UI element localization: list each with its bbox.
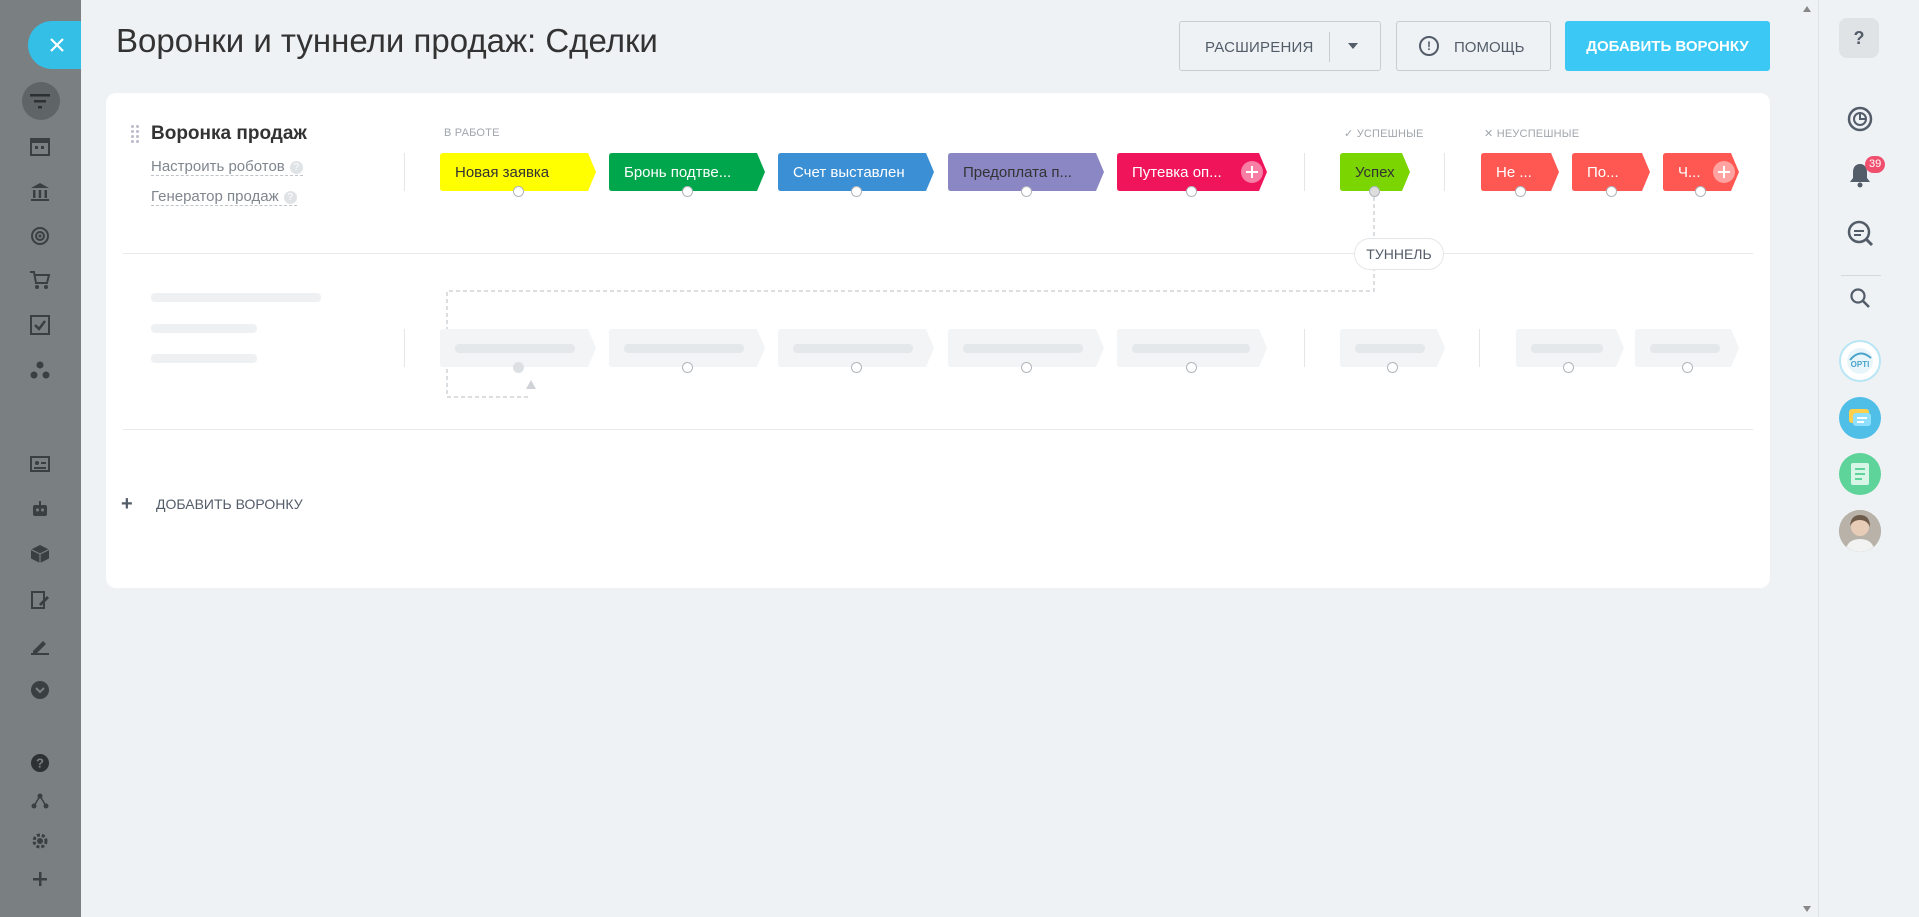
notification-count-badge: 39 [1865,156,1886,173]
chat-search-icon[interactable] [1839,212,1881,254]
placeholder-dot [513,362,524,373]
svg-text:?: ? [36,756,44,771]
timeline-icon[interactable] [1839,98,1881,140]
extensions-label: РАСШИРЕНИЯ [1205,39,1314,56]
plus-icon[interactable] [28,867,52,891]
page-title: Воронки и туннели продаж: Сделки [116,22,658,59]
chat-avatar[interactable] [1839,397,1881,439]
cart-icon[interactable] [28,268,52,292]
calendar-icon[interactable] [28,134,52,158]
add-funnel-link[interactable]: ДОБАВИТЬ ВОРОНКУ [156,496,303,512]
sidebar-divider [1841,275,1881,276]
sitemap-icon[interactable] [28,789,52,813]
extensions-button[interactable]: РАСШИРЕНИЯ [1179,21,1381,71]
robot-icon[interactable] [28,497,52,521]
info-icon: ! [1419,36,1439,56]
user-avatar[interactable] [1839,510,1881,552]
box-icon[interactable] [28,542,52,566]
button-divider [1329,32,1330,62]
gear-icon[interactable] [28,829,52,853]
placeholder-dot [1021,362,1032,373]
help-icon[interactable]: ? [28,751,52,775]
svg-text:OPTI: OPTI [1851,360,1870,369]
placeholder-dot [1186,362,1197,373]
column-divider [404,329,405,367]
network-icon[interactable] [28,358,52,382]
opti-avatar[interactable]: OPTI [1839,340,1881,382]
placeholder-bar [151,354,257,363]
close-slider-button[interactable] [28,21,81,69]
placeholder-dot [682,362,693,373]
close-icon [49,38,64,52]
right-sidebar: ? 39 OPTI [1818,0,1919,917]
column-divider [1479,329,1480,367]
target-icon[interactable] [28,224,52,248]
placeholder-bar [151,324,257,333]
placeholder-bar [151,293,321,302]
caret-down-icon[interactable] [1348,43,1358,49]
add-funnel-label: ДОБАВИТЬ ВОРОНКУ [1586,38,1749,55]
bank-icon[interactable] [28,180,52,204]
add-funnel-button[interactable]: ДОБАВИТЬ ВОРОНКУ [1565,21,1770,71]
contact-card-icon[interactable] [28,452,52,476]
placeholder-dot [1563,362,1574,373]
placeholder-dot [1387,362,1398,373]
edit-doc-icon[interactable] [28,588,52,612]
filter-icon[interactable] [28,89,52,113]
notes-avatar[interactable] [1839,453,1881,495]
sign-icon[interactable] [28,633,52,657]
placeholder-dot [1682,362,1693,373]
chevron-down-icon[interactable] [28,678,52,702]
plus-icon[interactable]: + [121,493,133,516]
help-label: ПОМОЩЬ [1454,39,1525,56]
placeholder-dot [851,362,862,373]
scroll-down-icon[interactable] [1803,906,1811,912]
tunnel-connector-line [446,197,1375,398]
checklist-icon[interactable] [28,313,52,337]
help-button[interactable]: ! ПОМОЩЬ [1396,21,1551,71]
tunnel-badge[interactable]: ТУННЕЛЬ [1354,238,1444,270]
left-sidebar: ? [0,0,81,917]
funnel-divider [123,429,1753,430]
column-divider [1304,329,1305,367]
scroll-up-icon[interactable] [1803,6,1811,12]
funnels-panel: Воронка продаж Настроить роботов? Генера… [106,93,1770,588]
search-icon[interactable] [1839,277,1881,319]
help-icon[interactable]: ? [1839,18,1879,58]
main-content: Воронки и туннели продаж: Сделки РАСШИРЕ… [81,0,1818,917]
